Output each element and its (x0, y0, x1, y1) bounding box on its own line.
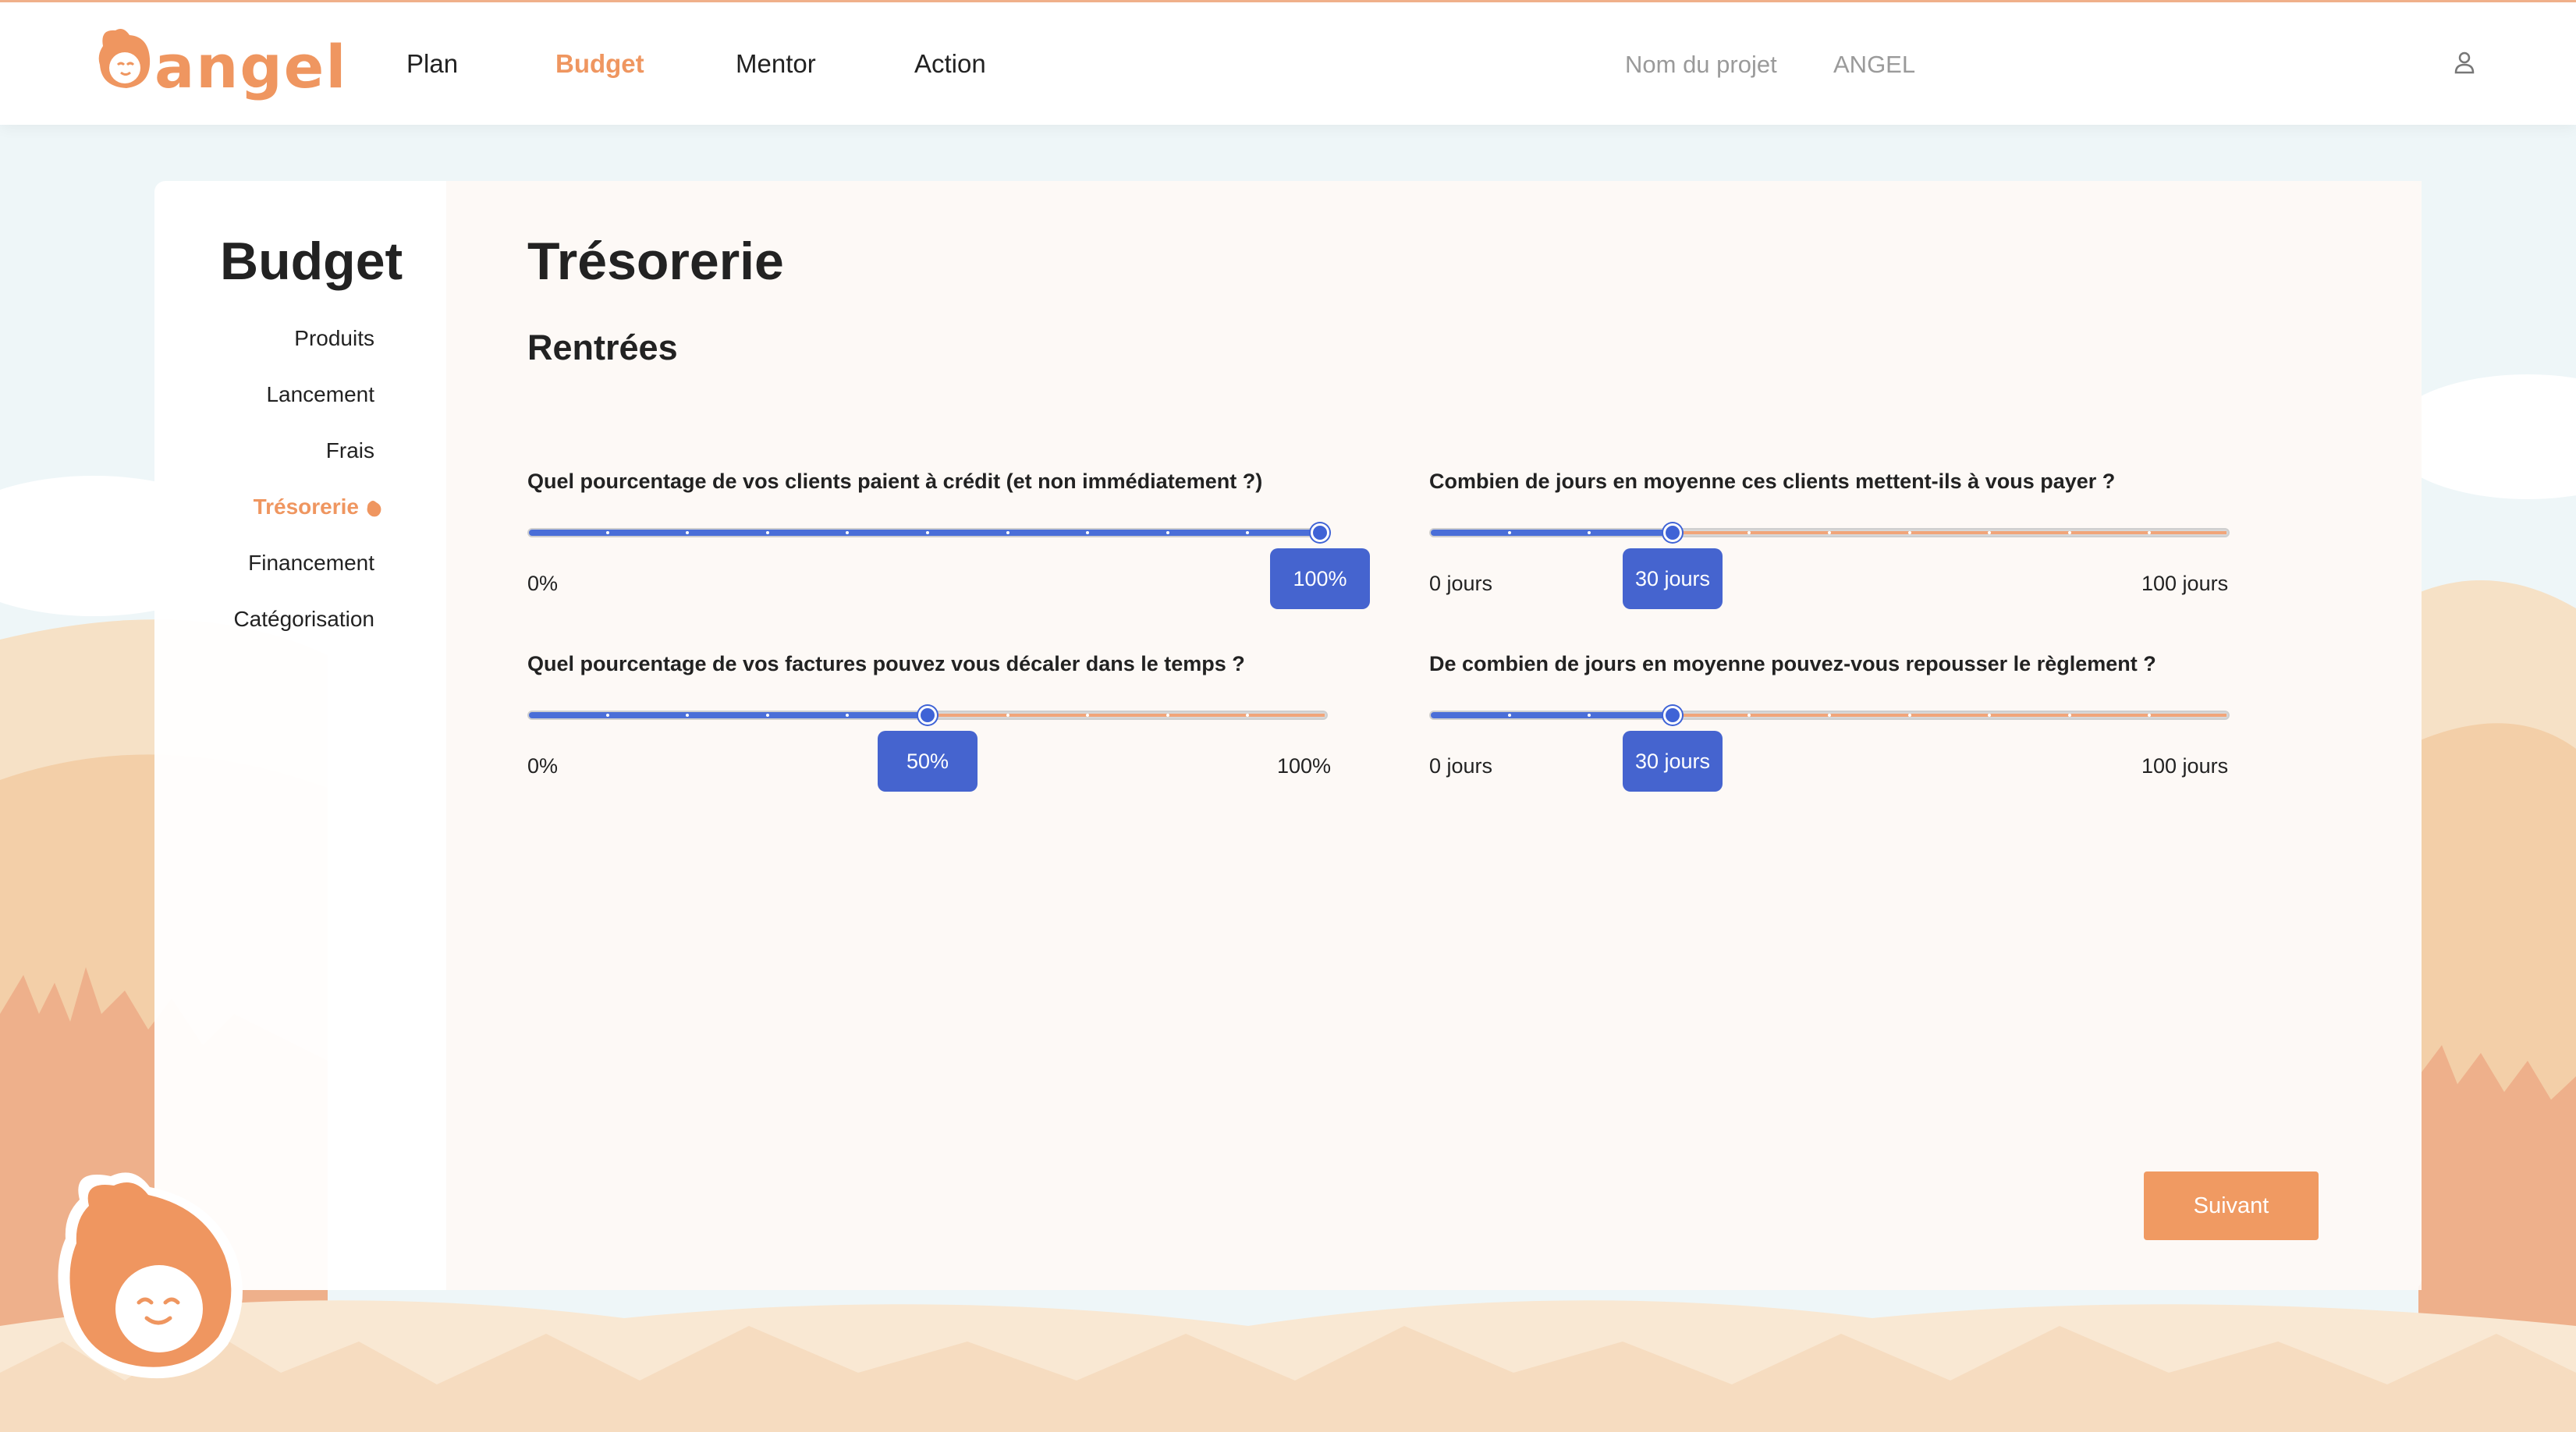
slider-tick (2148, 531, 2151, 534)
slider-thumb[interactable] (1311, 523, 1329, 542)
slider-min-label: 0% (527, 754, 559, 778)
slider-min-label: 0% (527, 572, 559, 595)
slider-tick (846, 714, 849, 717)
slider-tick (926, 531, 929, 534)
slider-track-remaining (1673, 531, 2227, 534)
slider-tick (1988, 531, 1991, 534)
sidebar-item-financement[interactable]: Financement (248, 551, 374, 576)
content-panel (446, 181, 2422, 1290)
sidebar-item-tresorerie[interactable]: Trésorerie (254, 494, 382, 519)
slider-tick (1828, 531, 1831, 534)
slider-tick (1508, 531, 1511, 534)
slider-tick (2148, 714, 2151, 717)
slider-track-fill (529, 712, 928, 718)
slider-tick (1006, 714, 1009, 717)
slider-min-label: 0 jours (1429, 754, 1493, 778)
slider-days-to-pay[interactable] (1429, 521, 2230, 544)
slider-tick (1588, 531, 1591, 534)
question-delay-invoices: Quel pourcentage de vos factures pouvez … (527, 652, 1245, 675)
nav-plan[interactable]: Plan (406, 49, 458, 79)
slider-value-bubble: 30 jours (1623, 731, 1723, 792)
slider-track-fill (529, 530, 1320, 536)
slider-delay-invoices[interactable] (527, 704, 1328, 727)
sidebar-item-frais[interactable]: Frais (326, 438, 374, 463)
slider-tick (1006, 531, 1009, 534)
slider-tick (766, 714, 769, 717)
slider-tick (1246, 531, 1249, 534)
nav-budget[interactable]: Budget (555, 49, 644, 79)
slider-min-label: 0 jours (1429, 572, 1493, 595)
slider-thumb[interactable] (1663, 706, 1682, 725)
slider-tick (766, 531, 769, 534)
question-credit-clients: Quel pourcentage de vos clients paient à… (527, 470, 1263, 493)
slider-tick (1086, 714, 1089, 717)
slider-max-label: 100 jours (2141, 754, 2229, 778)
slider-tick (1908, 714, 1911, 717)
sidebar-item-produits[interactable]: Produits (294, 326, 374, 351)
slider-value-bubble: 100% (1270, 548, 1370, 609)
slider-tick (1166, 714, 1169, 717)
slider-track-remaining (1673, 714, 2227, 717)
slider-tick (1166, 531, 1169, 534)
slider-postpone-payment[interactable] (1429, 704, 2230, 727)
question-days-to-pay: Combien de jours en moyenne ces clients … (1429, 470, 2116, 493)
slider-max-label: 100% (1277, 754, 1332, 778)
slider-track-remaining (928, 714, 1325, 717)
nav-action[interactable]: Action (914, 49, 986, 79)
top-navigation-bar: angel Plan Budget Mentor Action Nom du p… (0, 0, 2576, 125)
slider-tick (606, 531, 609, 534)
slider-tick (686, 531, 689, 534)
next-button[interactable]: Suivant (2144, 1171, 2319, 1240)
slider-tick (686, 714, 689, 717)
slider-tick (1988, 714, 1991, 717)
slider-max-label: 100 jours (2141, 572, 2229, 595)
sidebar-item-categorisation[interactable]: Catégorisation (233, 607, 374, 632)
angel-drop-icon (367, 500, 381, 517)
sidebar-item-label: Trésorerie (253, 494, 359, 519)
project-name-value[interactable]: ANGEL (1833, 51, 1915, 79)
slider-value-bubble: 50% (878, 731, 978, 792)
slider-tick (1246, 714, 1249, 717)
slider-tick (2068, 531, 2071, 534)
angel-mascot-icon[interactable] (48, 1168, 251, 1387)
slider-tick (2068, 714, 2071, 717)
angel-logo-icon (98, 29, 151, 88)
nav-mentor[interactable]: Mentor (736, 49, 816, 79)
slider-thumb[interactable] (918, 706, 937, 725)
project-name-label: Nom du projet (1625, 51, 1777, 78)
user-icon[interactable] (2454, 51, 2475, 74)
slider-tick (1908, 531, 1911, 534)
slider-credit-clients[interactable] (527, 521, 1329, 544)
slider-track-fill (1431, 712, 1673, 718)
slider-tick (1747, 531, 1751, 534)
sidebar-item-lancement[interactable]: Lancement (266, 382, 374, 407)
slider-tick (1508, 714, 1511, 717)
slider-value-bubble: 30 jours (1623, 548, 1723, 609)
question-postpone-payment: De combien de jours en moyenne pouvez-vo… (1429, 652, 2156, 675)
slider-thumb[interactable] (1663, 523, 1682, 542)
slider-tick (1086, 531, 1089, 534)
page-title: Trésorerie (527, 232, 784, 291)
section-title: Rentrées (527, 328, 678, 367)
slider-tick (1828, 714, 1831, 717)
sidebar-title: Budget (220, 232, 403, 291)
slider-tick (1588, 714, 1591, 717)
logo-text: angel (154, 32, 348, 101)
slider-tick (1747, 714, 1751, 717)
slider-track-fill (1431, 530, 1673, 536)
slider-tick (846, 531, 849, 534)
slider-tick (606, 714, 609, 717)
angel-logo[interactable]: angel (92, 24, 346, 102)
